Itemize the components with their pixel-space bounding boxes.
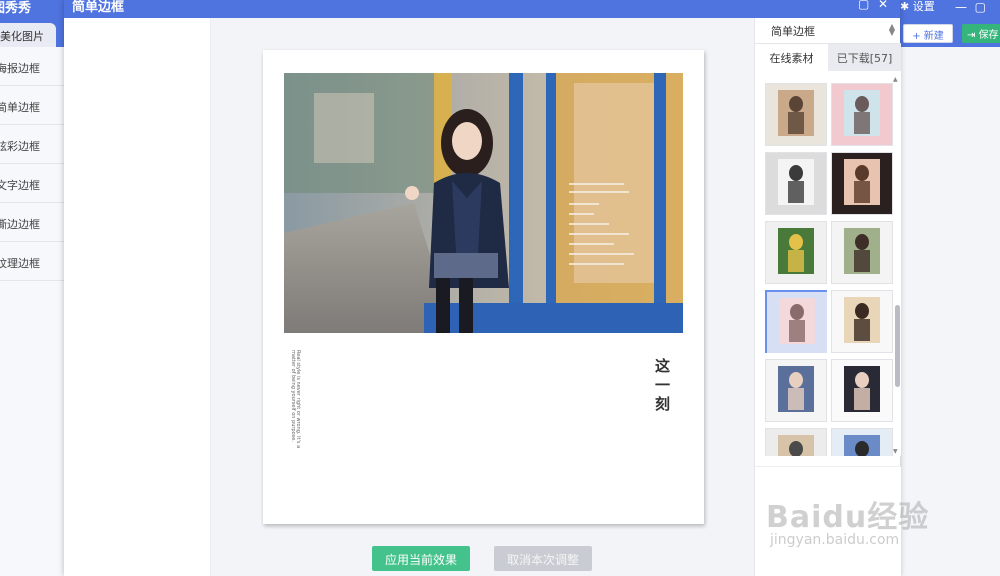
baidu-watermark: Baidu经验 jingyan.baidu.com [766, 462, 956, 557]
sidebar-item-simple-frame[interactable]: 简单边框 [0, 86, 64, 125]
material-thumbnail[interactable] [765, 290, 827, 353]
select-arrows-icon: ▲ ▼ [888, 22, 895, 37]
new-button[interactable]: + 新建 [903, 24, 953, 43]
tab-downloaded[interactable]: 已下载[57] [828, 44, 901, 71]
scroll-down-icon[interactable]: ▼ [893, 448, 898, 455]
poster-big-title: 这一刻 [653, 358, 671, 415]
material-thumbnail[interactable] [831, 359, 893, 422]
window-controls[interactable]: — ▢ [955, 0, 1000, 14]
maximize-icon[interactable]: ▢ [858, 0, 869, 11]
dialog-title: 简单边框 [72, 0, 125, 15]
frame-type-select[interactable]: 简单边框 ▲ ▼ [755, 18, 901, 44]
material-thumbnail[interactable] [765, 221, 827, 284]
material-thumbnail[interactable] [765, 428, 827, 456]
poster-vertical-caption: Real style is never right or wrong. It's… [290, 350, 301, 449]
dialog-titlebar: 简单边框 ▢ ✕ [64, 0, 900, 18]
sidebar-item-texture-frame[interactable]: 纹理边框 [0, 242, 64, 281]
watermark-brand: Baidu经验 [766, 500, 930, 535]
close-icon[interactable]: ✕ [878, 0, 888, 11]
app-title: 图秀秀 [0, 1, 32, 16]
material-thumbnail[interactable] [831, 221, 893, 284]
sidebar-item-poster-frame[interactable]: 海报边框 [0, 47, 64, 86]
frame-type-select-value: 简单边框 [771, 25, 815, 38]
preview-canvas: Real style is never right or wrong. It's… [211, 18, 754, 576]
material-thumbnail[interactable] [831, 83, 893, 146]
settings-link[interactable]: ✱ 设置 [900, 0, 935, 14]
watermark-url: jingyan.baidu.com [770, 532, 900, 548]
frame-category-sidebar: 海报边框 简单边框 炫彩边框 文字边框 撕边边框 纹理边框 [0, 47, 64, 576]
material-thumbnail[interactable] [765, 83, 827, 146]
cancel-adjust-button[interactable]: 取消本次调整 [494, 546, 592, 571]
sidebar-item-colorful-frame[interactable]: 炫彩边框 [0, 125, 64, 164]
material-thumbnail-grid [755, 71, 901, 456]
material-tabs: 在线素材 已下载[57] [755, 44, 901, 71]
preview-photo [284, 73, 683, 333]
apply-effect-button[interactable]: 应用当前效果 [372, 546, 470, 571]
material-thumbnail[interactable] [765, 152, 827, 215]
save-button[interactable]: ⇥ 保存 [962, 24, 1000, 43]
sidebar-item-torn-frame[interactable]: 撕边边框 [0, 203, 64, 242]
dialog-left-blank [64, 18, 211, 576]
material-thumbnail[interactable] [831, 428, 893, 456]
material-thumbnail[interactable] [831, 290, 893, 353]
tab-beautify[interactable]: 美化图片 [0, 23, 56, 47]
scroll-up-icon[interactable]: ▲ [893, 76, 898, 83]
sidebar-item-text-frame[interactable]: 文字边框 [0, 164, 64, 203]
material-scrollbar[interactable] [895, 305, 900, 387]
material-thumbnail[interactable] [765, 359, 827, 422]
poster-preview: Real style is never right or wrong. It's… [263, 50, 704, 524]
tab-online-material[interactable]: 在线素材 [755, 44, 828, 71]
material-thumbnail[interactable] [831, 152, 893, 215]
